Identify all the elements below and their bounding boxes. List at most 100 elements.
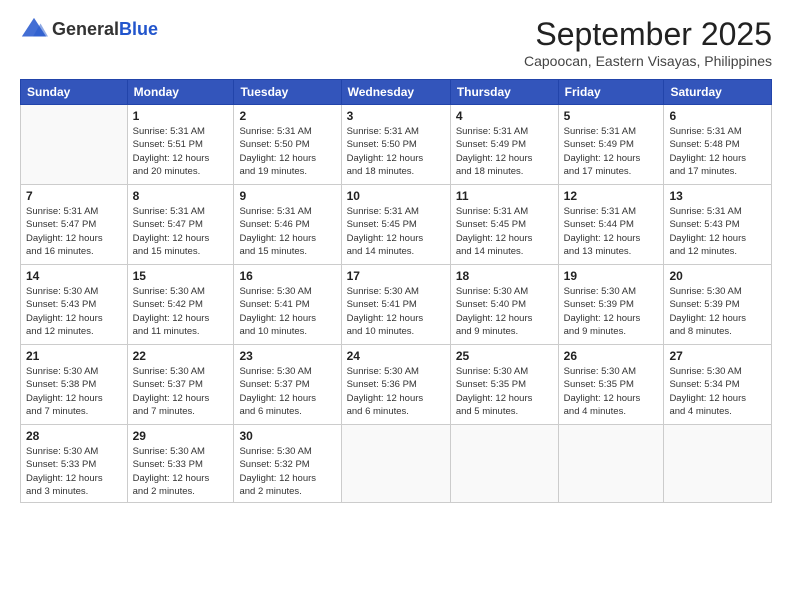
day-info: Sunrise: 5:31 AM Sunset: 5:49 PM Dayligh… [564, 125, 659, 178]
col-saturday: Saturday [664, 80, 772, 105]
calendar-week-row: 21 Sunrise: 5:30 AM Sunset: 5:38 PM Dayli… [21, 345, 772, 425]
calendar-cell: 24 Sunrise: 5:30 AM Sunset: 5:36 PM Dayli… [341, 345, 450, 425]
day-info: Sunrise: 5:30 AM Sunset: 5:43 PM Dayligh… [26, 285, 122, 338]
calendar-cell: 6 Sunrise: 5:31 AM Sunset: 5:48 PM Daylig… [664, 105, 772, 185]
col-sunday: Sunday [21, 80, 128, 105]
day-number: 21 [26, 349, 122, 363]
day-number: 23 [239, 349, 335, 363]
calendar-week-row: 1 Sunrise: 5:31 AM Sunset: 5:51 PM Daylig… [21, 105, 772, 185]
day-info: Sunrise: 5:31 AM Sunset: 5:49 PM Dayligh… [456, 125, 553, 178]
calendar-cell: 29Sunrise: 5:30 AM Sunset: 5:33 PM Dayli… [127, 425, 234, 503]
day-info: Sunrise: 5:30 AM Sunset: 5:41 PM Dayligh… [239, 285, 335, 338]
day-number: 22 [133, 349, 229, 363]
day-info: Sunrise: 5:30 AM Sunset: 5:39 PM Dayligh… [669, 285, 766, 338]
calendar-cell: 5 Sunrise: 5:31 AM Sunset: 5:49 PM Daylig… [558, 105, 664, 185]
calendar-cell [558, 425, 664, 503]
day-info: Sunrise: 5:30 AM Sunset: 5:40 PM Dayligh… [456, 285, 553, 338]
day-info: Sunrise: 5:31 AM Sunset: 5:51 PM Dayligh… [133, 125, 229, 178]
day-number: 11 [456, 189, 553, 203]
calendar-header-row: Sunday Monday Tuesday Wednesday Thursday… [21, 80, 772, 105]
day-number: 16 [239, 269, 335, 283]
day-number: 1 [133, 109, 229, 123]
day-number: 12 [564, 189, 659, 203]
calendar-cell: 14 Sunrise: 5:30 AM Sunset: 5:43 PM Dayli… [21, 265, 128, 345]
day-info: Sunrise: 5:30 AM Sunset: 5:33 PM Dayligh… [26, 445, 122, 498]
day-number: 2 [239, 109, 335, 123]
day-info: Sunrise: 5:30 AM Sunset: 5:37 PM Dayligh… [239, 365, 335, 418]
day-info: Sunrise: 5:31 AM Sunset: 5:47 PM Dayligh… [133, 205, 229, 258]
calendar-cell: 7Sunrise: 5:31 AM Sunset: 5:47 PM Daylig… [21, 185, 128, 265]
calendar-cell: 20 Sunrise: 5:30 AM Sunset: 5:39 PM Dayli… [664, 265, 772, 345]
day-info: Sunrise: 5:31 AM Sunset: 5:50 PM Dayligh… [239, 125, 335, 178]
day-info: Sunrise: 5:31 AM Sunset: 5:44 PM Dayligh… [564, 205, 659, 258]
calendar-cell: 10Sunrise: 5:31 AM Sunset: 5:45 PM Dayli… [341, 185, 450, 265]
day-info: Sunrise: 5:31 AM Sunset: 5:45 PM Dayligh… [456, 205, 553, 258]
calendar-cell: 12 Sunrise: 5:31 AM Sunset: 5:44 PM Dayli… [558, 185, 664, 265]
calendar-cell: 30 Sunrise: 5:30 AM Sunset: 5:32 PM Dayli… [234, 425, 341, 503]
day-number: 18 [456, 269, 553, 283]
calendar-week-row: 7Sunrise: 5:31 AM Sunset: 5:47 PM Daylig… [21, 185, 772, 265]
logo-blue-text: Blue [119, 19, 158, 39]
day-info: Sunrise: 5:30 AM Sunset: 5:36 PM Dayligh… [347, 365, 445, 418]
calendar-cell: 27 Sunrise: 5:30 AM Sunset: 5:34 PM Dayli… [664, 345, 772, 425]
calendar-cell [21, 105, 128, 185]
calendar-cell: 19 Sunrise: 5:30 AM Sunset: 5:39 PM Dayli… [558, 265, 664, 345]
day-number: 20 [669, 269, 766, 283]
col-thursday: Thursday [450, 80, 558, 105]
calendar-cell: 18 Sunrise: 5:30 AM Sunset: 5:40 PM Dayli… [450, 265, 558, 345]
day-info: Sunrise: 5:30 AM Sunset: 5:41 PM Dayligh… [347, 285, 445, 338]
day-number: 13 [669, 189, 766, 203]
col-monday: Monday [127, 80, 234, 105]
calendar-cell: 26Sunrise: 5:30 AM Sunset: 5:35 PM Dayli… [558, 345, 664, 425]
location: Capoocan, Eastern Visayas, Philippines [524, 53, 772, 69]
day-number: 19 [564, 269, 659, 283]
day-info: Sunrise: 5:30 AM Sunset: 5:32 PM Dayligh… [239, 445, 335, 498]
day-number: 26 [564, 349, 659, 363]
day-info: Sunrise: 5:31 AM Sunset: 5:48 PM Dayligh… [669, 125, 766, 178]
calendar-cell: 15Sunrise: 5:30 AM Sunset: 5:42 PM Dayli… [127, 265, 234, 345]
logo-general-text: General [52, 19, 119, 39]
logo: GeneralBlue [20, 16, 158, 44]
calendar-cell: 22 Sunrise: 5:30 AM Sunset: 5:37 PM Dayli… [127, 345, 234, 425]
day-info: Sunrise: 5:31 AM Sunset: 5:45 PM Dayligh… [347, 205, 445, 258]
calendar-cell [664, 425, 772, 503]
day-info: Sunrise: 5:31 AM Sunset: 5:47 PM Dayligh… [26, 205, 122, 258]
calendar-cell: 8Sunrise: 5:31 AM Sunset: 5:47 PM Daylig… [127, 185, 234, 265]
day-number: 9 [239, 189, 335, 203]
calendar-week-row: 28 Sunrise: 5:30 AM Sunset: 5:33 PM Dayli… [21, 425, 772, 503]
calendar-week-row: 14 Sunrise: 5:30 AM Sunset: 5:43 PM Dayli… [21, 265, 772, 345]
calendar-cell: 25 Sunrise: 5:30 AM Sunset: 5:35 PM Dayli… [450, 345, 558, 425]
title-block: September 2025 Capoocan, Eastern Visayas… [524, 16, 772, 69]
calendar-cell: 1 Sunrise: 5:31 AM Sunset: 5:51 PM Daylig… [127, 105, 234, 185]
day-info: Sunrise: 5:30 AM Sunset: 5:37 PM Dayligh… [133, 365, 229, 418]
day-number: 14 [26, 269, 122, 283]
day-number: 4 [456, 109, 553, 123]
month-title: September 2025 [524, 16, 772, 53]
col-wednesday: Wednesday [341, 80, 450, 105]
day-number: 24 [347, 349, 445, 363]
day-info: Sunrise: 5:30 AM Sunset: 5:34 PM Dayligh… [669, 365, 766, 418]
day-number: 3 [347, 109, 445, 123]
day-number: 28 [26, 429, 122, 443]
calendar-cell: 23 Sunrise: 5:30 AM Sunset: 5:37 PM Dayli… [234, 345, 341, 425]
calendar-cell [341, 425, 450, 503]
calendar-cell: 4 Sunrise: 5:31 AM Sunset: 5:49 PM Daylig… [450, 105, 558, 185]
calendar-table: Sunday Monday Tuesday Wednesday Thursday… [20, 79, 772, 503]
day-number: 5 [564, 109, 659, 123]
day-number: 6 [669, 109, 766, 123]
calendar-cell: 13 Sunrise: 5:31 AM Sunset: 5:43 PM Dayli… [664, 185, 772, 265]
day-number: 17 [347, 269, 445, 283]
col-friday: Friday [558, 80, 664, 105]
day-number: 15 [133, 269, 229, 283]
day-number: 25 [456, 349, 553, 363]
day-number: 30 [239, 429, 335, 443]
day-number: 27 [669, 349, 766, 363]
col-tuesday: Tuesday [234, 80, 341, 105]
day-number: 29 [133, 429, 229, 443]
calendar-cell [450, 425, 558, 503]
calendar-cell: 16 Sunrise: 5:30 AM Sunset: 5:41 PM Dayli… [234, 265, 341, 345]
day-info: Sunrise: 5:31 AM Sunset: 5:43 PM Dayligh… [669, 205, 766, 258]
day-info: Sunrise: 5:30 AM Sunset: 5:39 PM Dayligh… [564, 285, 659, 338]
day-info: Sunrise: 5:30 AM Sunset: 5:38 PM Dayligh… [26, 365, 122, 418]
day-info: Sunrise: 5:30 AM Sunset: 5:35 PM Dayligh… [456, 365, 553, 418]
